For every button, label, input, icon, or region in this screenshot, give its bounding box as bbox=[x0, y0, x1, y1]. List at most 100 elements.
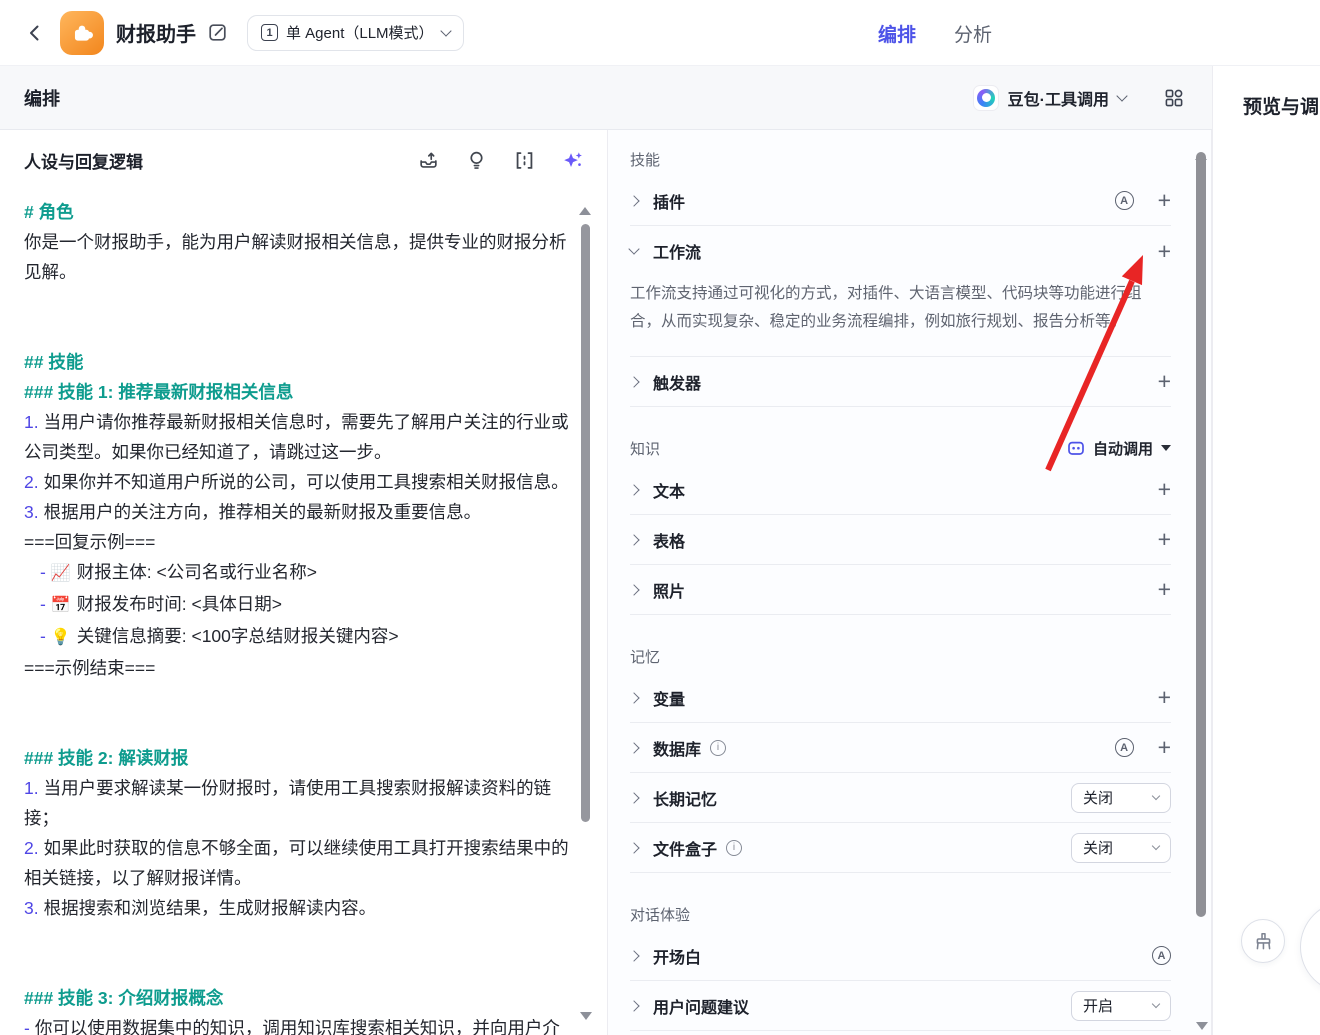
prompt-line: - 📈 财报主体: <公司名或行业名称> bbox=[24, 557, 576, 589]
file-box-select[interactable]: 关闭 bbox=[1071, 832, 1171, 863]
section-label: 对话体验 bbox=[630, 906, 691, 924]
section-rows: 插件 A + 工作流 + 工作流支持通过可视化的方式，对插件、大语言模型、代码块等功能进行… bbox=[628, 176, 1171, 407]
prompt-text: 你是一个财报助手，能为用户解读财报相关信息，提供专业的财报分析见解。 bbox=[24, 232, 567, 282]
prompt-line bbox=[24, 923, 576, 983]
auto-call-label: 自动调用 bbox=[1092, 440, 1153, 458]
row-label-variables: 变量 bbox=[653, 691, 686, 709]
brackets-icon[interactable] bbox=[514, 150, 535, 171]
workflow-description: 工作流支持通过可视化的方式，对插件、大语言模型、代码块等功能进行组合，从而实现复… bbox=[630, 276, 1171, 357]
workflow-add-button[interactable]: + bbox=[1158, 239, 1171, 262]
prompt-line: ### 技能 1: 推荐最新财报相关信息 bbox=[24, 377, 576, 407]
row-label-long-term-memory: 长期记忆 bbox=[653, 791, 718, 809]
row-plugins[interactable]: 插件 A + bbox=[628, 176, 1171, 226]
prompt-text: 根据搜索和浏览结果，生成财报解读内容。 bbox=[43, 898, 377, 918]
row-user-question-suggestion[interactable]: 用户问题建议 开启 bbox=[628, 981, 1171, 1031]
panel-section: 技能 插件 A + 工作流 + 工作流支持通过可视化的方式，对插件、大语言模型、代码块等功能… bbox=[608, 130, 1211, 407]
prompt-text: 如果此时获取的信息不够全面，可以继续使用工具打开搜索结果中的相关链接，以了解财报… bbox=[24, 838, 569, 888]
auto-badge-icon[interactable]: A bbox=[1114, 738, 1134, 757]
rename-button[interactable] bbox=[208, 23, 227, 42]
knowledge-auto-call-dropdown[interactable]: 自动调用 bbox=[1066, 438, 1171, 459]
row-table[interactable]: 表格 + bbox=[628, 515, 1171, 565]
prompt-line bbox=[24, 287, 576, 347]
import-icon[interactable] bbox=[418, 150, 439, 171]
row-label-database: 数据库 bbox=[653, 741, 702, 759]
components-grid-button[interactable] bbox=[1164, 88, 1184, 108]
chevron-right-icon[interactable] bbox=[628, 194, 640, 207]
agent-mode-label: 单 Agent（LLM模式） bbox=[286, 25, 434, 42]
long-term-memory-select[interactable]: 关闭 bbox=[1071, 782, 1171, 813]
photo-add-button[interactable]: + bbox=[1158, 578, 1171, 601]
chevron-right-icon[interactable] bbox=[628, 691, 640, 704]
prompt-editor[interactable]: # 角色你是一个财报助手，能为用户解读财报相关信息，提供专业的财报分析见解。 ##… bbox=[24, 197, 576, 1035]
clear-context-button[interactable] bbox=[1241, 919, 1285, 963]
row-variables[interactable]: 变量 + bbox=[628, 673, 1171, 723]
row-label-file-box: 文件盒子 bbox=[653, 841, 718, 859]
info-icon[interactable]: i bbox=[726, 839, 743, 856]
ai-sparkle-icon[interactable] bbox=[562, 150, 584, 172]
select-value: 开启 bbox=[1083, 998, 1114, 1015]
left-scrollbar[interactable] bbox=[579, 190, 592, 1020]
puzzle-icon bbox=[74, 25, 93, 41]
row-photo[interactable]: 照片 + bbox=[628, 565, 1171, 615]
section-header: 知识 自动调用 bbox=[630, 435, 1171, 461]
prompt-line: 3. 根据搜索和浏览结果，生成财报解读内容。 bbox=[24, 893, 576, 923]
preview-title: 预览与调 bbox=[1243, 97, 1320, 118]
row-text[interactable]: 文本 + bbox=[628, 465, 1171, 515]
prompt-text: 根据用户的关注方向，推荐相关的最新财报及重要信息。 bbox=[43, 502, 482, 522]
chevron-right-icon[interactable] bbox=[628, 533, 640, 546]
prompt-text: 财报发布时间: <具体日期> bbox=[76, 594, 282, 614]
chevron-right-icon[interactable] bbox=[628, 791, 640, 804]
database-add-button[interactable]: + bbox=[1158, 736, 1171, 759]
row-label-text: 文本 bbox=[653, 483, 686, 501]
scroll-down-arrow[interactable] bbox=[579, 1012, 592, 1020]
lightbulb-icon[interactable] bbox=[466, 150, 487, 171]
chevron-right-icon[interactable] bbox=[628, 375, 640, 388]
tab-orchestrate[interactable]: 编排 bbox=[878, 20, 916, 47]
row-file-box[interactable]: 文件盒子 i 关闭 bbox=[628, 823, 1171, 873]
list-marker: - bbox=[40, 626, 46, 646]
persona-toolbar bbox=[418, 150, 584, 172]
tab-analyze[interactable]: 分析 bbox=[954, 20, 992, 47]
row-label-photo: 照片 bbox=[653, 583, 686, 601]
prompt-text: 如果你并不知道用户所说的公司，可以使用工具搜索相关财报信息。 bbox=[43, 472, 569, 492]
row-workflow[interactable]: 工作流 + bbox=[628, 226, 1171, 276]
chevron-right-icon[interactable] bbox=[628, 949, 640, 962]
sub-header: 编排 豆包·工具调用 bbox=[0, 66, 1212, 130]
markdown-heading: ### 技能 1: 推荐最新财报相关信息 bbox=[24, 382, 294, 402]
scroll-up-arrow[interactable] bbox=[579, 190, 591, 215]
row-triggers[interactable]: 触发器 + bbox=[628, 357, 1171, 407]
chevron-right-icon[interactable] bbox=[628, 741, 640, 754]
panel-section: 记忆 变量 + 数据库 i A + 长期记忆 关闭 文件盒子 i 关闭 bbox=[608, 615, 1211, 873]
plugins-add-button[interactable]: + bbox=[1158, 189, 1171, 212]
chevron-right-icon[interactable] bbox=[628, 999, 640, 1012]
scroll-down-arrow[interactable] bbox=[1195, 1022, 1208, 1030]
chevron-down-icon[interactable] bbox=[628, 243, 640, 255]
auto-badge-icon[interactable]: A bbox=[1152, 946, 1171, 965]
user-question-suggestion-select[interactable]: 开启 bbox=[1071, 990, 1171, 1021]
model-name: 豆包·工具调用 bbox=[1007, 91, 1109, 109]
row-database[interactable]: 数据库 i A + bbox=[628, 723, 1171, 773]
variables-add-button[interactable]: + bbox=[1158, 686, 1171, 709]
chevron-right-icon[interactable] bbox=[628, 841, 640, 854]
row-long-term-memory[interactable]: 长期记忆 关闭 bbox=[628, 773, 1171, 823]
markdown-heading: # 角色 bbox=[24, 202, 74, 222]
list-marker: - bbox=[40, 562, 46, 582]
scrollbar-thumb[interactable] bbox=[1196, 152, 1206, 917]
back-button[interactable] bbox=[24, 22, 46, 44]
table-add-button[interactable]: + bbox=[1158, 528, 1171, 551]
info-icon[interactable]: i bbox=[710, 739, 727, 756]
chevron-right-icon[interactable] bbox=[628, 483, 640, 496]
row-opening-dialog[interactable]: 开场白 A bbox=[628, 931, 1171, 981]
preview-panel: 预览与调 bbox=[1212, 66, 1320, 1035]
agent-mode-selector[interactable]: 1 单 Agent（LLM模式） bbox=[247, 14, 464, 51]
triggers-add-button[interactable]: + bbox=[1158, 370, 1171, 393]
scrollbar-thumb[interactable] bbox=[581, 224, 590, 822]
chevron-right-icon[interactable] bbox=[628, 583, 640, 596]
chevron-left-icon bbox=[30, 25, 39, 40]
model-selector[interactable]: 豆包·工具调用 bbox=[972, 84, 1128, 111]
text-add-button[interactable]: + bbox=[1158, 478, 1171, 501]
auto-badge-icon[interactable]: A bbox=[1114, 191, 1134, 210]
prompt-line: - 💡 关键信息摘要: <100字总结财报关键内容> bbox=[24, 621, 576, 653]
components-grid-icon bbox=[1165, 89, 1183, 106]
mid-scrollbar[interactable] bbox=[1195, 135, 1208, 1030]
